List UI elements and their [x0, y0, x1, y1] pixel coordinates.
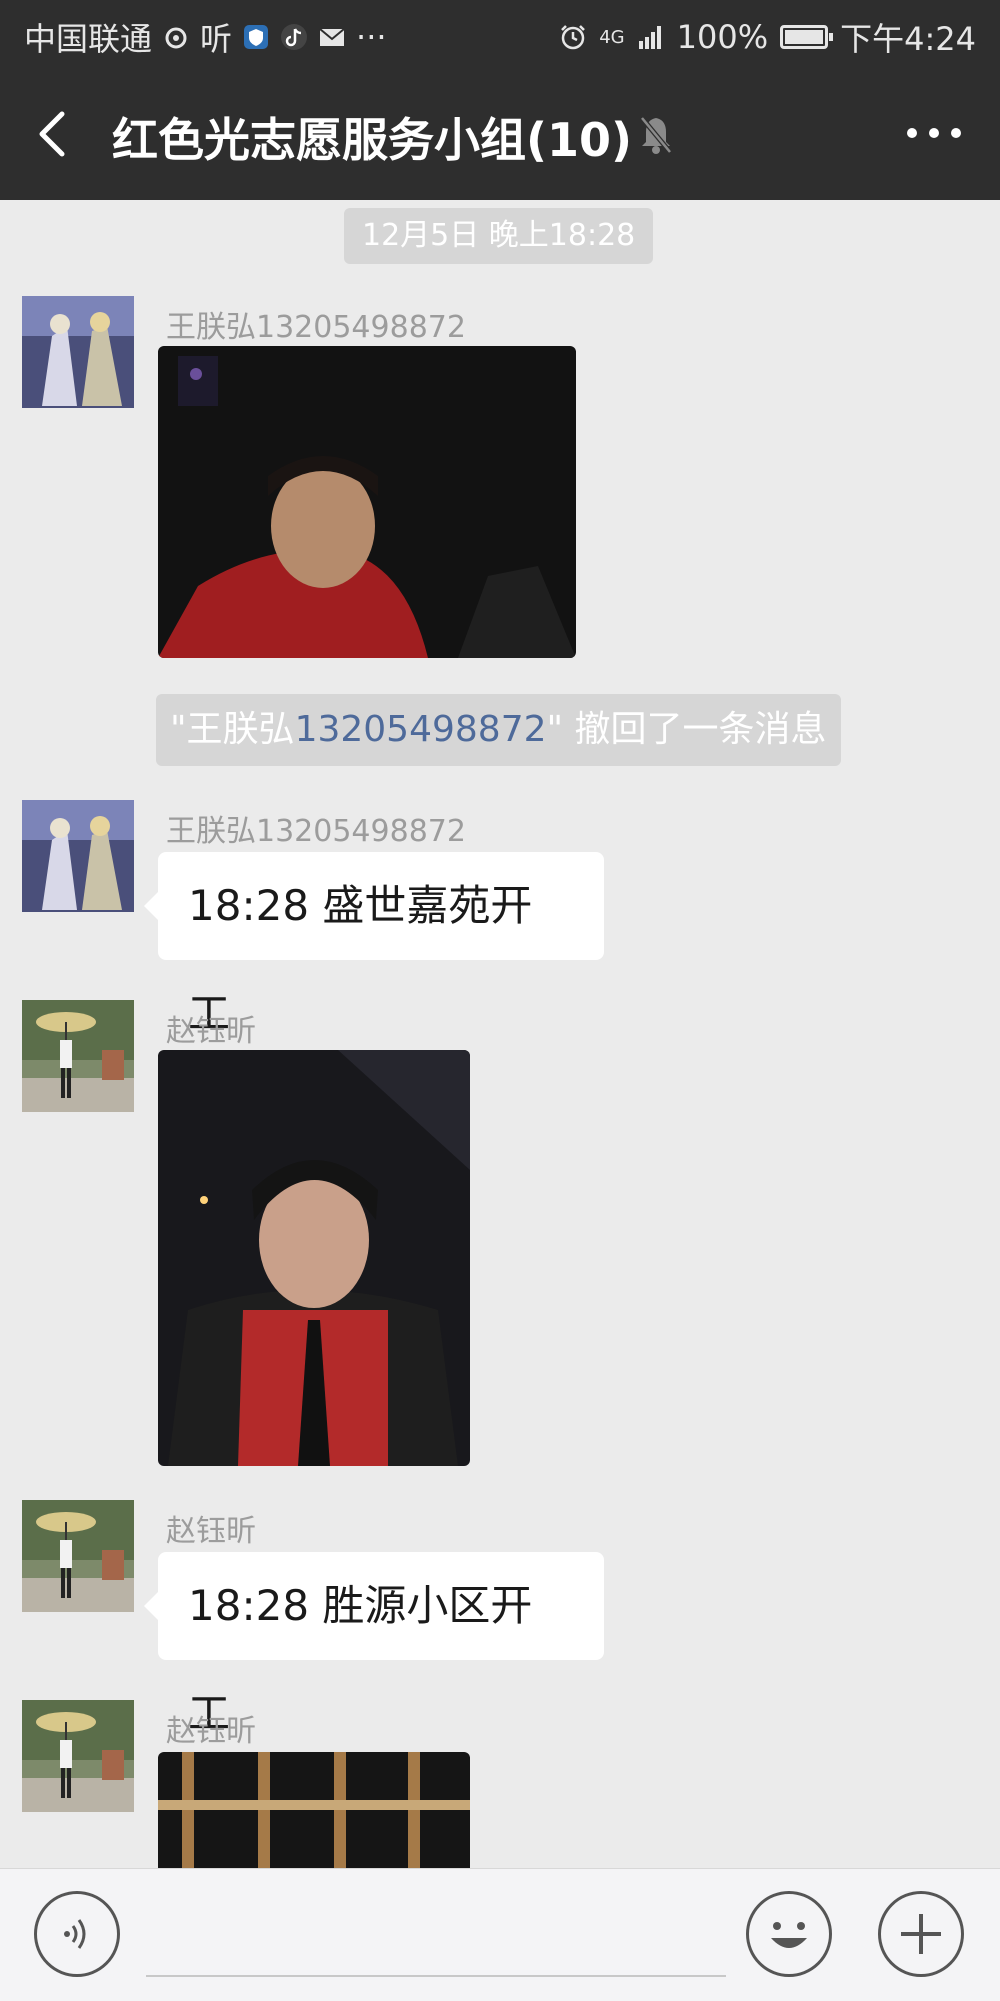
input-bar [0, 1868, 1000, 2001]
sender-name: 赵钰昕 [166, 1714, 256, 1749]
carrier-label: 中国联通 [24, 20, 153, 58]
recall-number-link[interactable]: 13205498872 [295, 709, 547, 750]
back-chevron-icon[interactable] [30, 106, 80, 162]
battery-percent: 100% [676, 18, 769, 56]
voice-icon[interactable] [34, 1891, 120, 1977]
avatar-wang[interactable] [22, 296, 134, 408]
battery-icon [780, 25, 834, 49]
recall-suffix: " 撤回了一条消息 [546, 709, 827, 750]
chat-header: 红色光志愿服务小组(10) [0, 68, 1000, 200]
mail-icon [319, 28, 345, 46]
sender-name: 王朕弘13205498872 [166, 814, 466, 849]
status-more-label: ··· [356, 18, 387, 56]
message-input[interactable] [146, 1975, 726, 1977]
photo-message[interactable] [158, 1752, 470, 1868]
app-text-label: 听 [200, 20, 233, 58]
status-bar: 中国联通 听 ··· 4G 100% 下午4:24 [0, 0, 1000, 68]
sender-name: 王朕弘13205498872 [166, 310, 466, 345]
shield-icon [244, 25, 269, 49]
avatar-zhao[interactable] [22, 1700, 134, 1812]
photo-message[interactable] [158, 1050, 470, 1466]
group-title: 红色光志愿服务小组(10) [112, 113, 633, 167]
smiley-icon[interactable] [746, 1891, 832, 1977]
tiktok-icon [281, 24, 308, 50]
text-message-bubble[interactable]: 18:28 盛世嘉苑开工 [144, 852, 604, 1038]
clock: 下午4:24 [840, 20, 976, 58]
network-label: 4G [599, 26, 625, 48]
recall-notice: "王朕弘13205498872" 撤回了一条消息 [156, 694, 841, 766]
bell-off-icon [640, 116, 672, 154]
timestamp-chip: 12月5日 晚上18:28 [344, 208, 654, 264]
signal-icon [638, 26, 661, 49]
avatar-wang[interactable] [22, 800, 134, 912]
recall-prefix: "王朕弘 [170, 709, 295, 750]
plus-icon[interactable] [878, 1891, 964, 1977]
netease-music-icon [165, 27, 187, 49]
avatar-zhao[interactable] [22, 1000, 134, 1112]
sender-name: 赵钰昕 [166, 1514, 256, 1549]
alarm-icon [561, 25, 586, 50]
avatar-zhao[interactable] [22, 1500, 134, 1612]
photo-message[interactable] [158, 346, 576, 658]
text-message-bubble[interactable]: 18:28 胜源小区开工 [144, 1552, 604, 1738]
sender-name: 赵钰昕 [166, 1014, 256, 1049]
more-horizontal-icon[interactable] [904, 118, 964, 148]
